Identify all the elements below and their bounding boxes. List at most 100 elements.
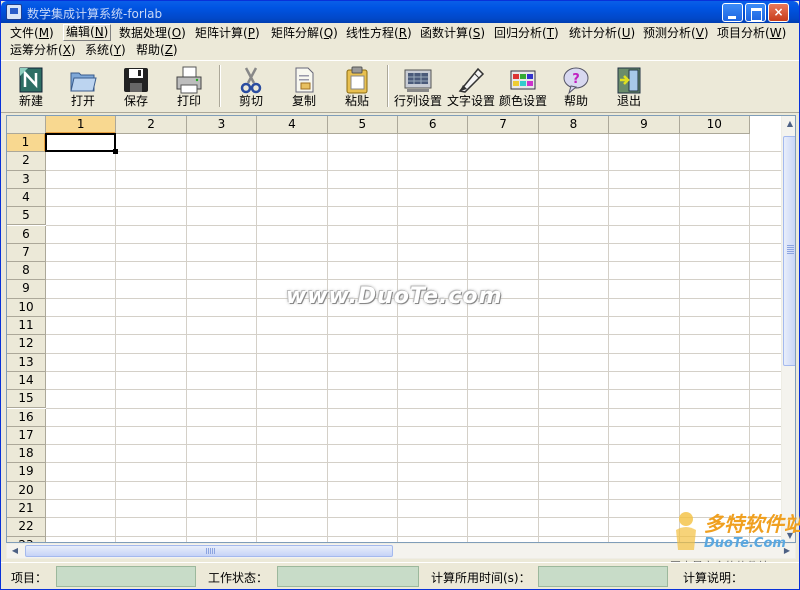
- menu-regression[interactable]: 回归分析(T): [492, 25, 561, 42]
- menu-statistics[interactable]: 统计分析(U): [567, 25, 637, 42]
- maximize-button[interactable]: [745, 3, 766, 22]
- svg-text:?: ?: [572, 72, 580, 87]
- vertical-scrollbar[interactable]: ▲ ▼: [781, 116, 795, 542]
- menu-edit[interactable]: 编辑(N): [63, 24, 112, 41]
- site-watermark: www.DuoTe.com: [286, 284, 503, 309]
- grid-row-line: [46, 499, 781, 500]
- column-header[interactable]: 10: [679, 116, 750, 134]
- column-header[interactable]: 3: [186, 116, 258, 134]
- grid-row-line: [46, 169, 781, 171]
- grid-row-line: [46, 480, 781, 482]
- row-header[interactable]: 2: [7, 152, 46, 171]
- copy-icon: [295, 67, 314, 93]
- scroll-left-icon[interactable]: ◀: [7, 544, 23, 558]
- help-label: 帮助: [563, 94, 588, 108]
- row-header[interactable]: 10: [7, 298, 46, 317]
- row-header[interactable]: 14: [7, 371, 46, 391]
- row-header[interactable]: 18: [7, 445, 46, 464]
- row-header[interactable]: 6: [7, 225, 46, 244]
- grid-settings-icon: [404, 69, 432, 92]
- grid-row-line: [46, 407, 781, 409]
- folder-open-icon: [70, 72, 97, 92]
- column-header[interactable]: 5: [327, 116, 398, 134]
- menu-operations-research[interactable]: 运筹分析(X): [8, 42, 78, 59]
- help-icon: ?: [563, 67, 589, 95]
- row-header[interactable]: 4: [7, 188, 46, 208]
- row-header[interactable]: 12: [7, 335, 46, 354]
- menu-file[interactable]: 文件(M): [8, 25, 56, 42]
- close-button[interactable]: ×: [768, 3, 789, 22]
- menu-data-processing[interactable]: 数据处理(O): [117, 25, 188, 42]
- row-header[interactable]: 16: [7, 408, 46, 427]
- menu-system[interactable]: 系统(Y): [83, 42, 128, 59]
- pen-icon: [458, 67, 485, 93]
- menu-matrix-calc[interactable]: 矩阵计算(P): [193, 25, 262, 42]
- color-settings-button[interactable]: 颜色设置: [498, 63, 548, 111]
- data-grid[interactable]: 1 2 3 4 5 6 7 8 9 10 1 2 3 4 5 6 7 8 9 10 11 12 13 14 15 16 17 18 19…: [6, 115, 796, 543]
- cut-button[interactable]: 剪切: [226, 63, 276, 111]
- row-header[interactable]: 8: [7, 262, 46, 281]
- status-bar: 项目： 工作状态： 计算所用时间(s)： 计算说明：: [1, 562, 799, 589]
- column-header[interactable]: 7: [468, 116, 539, 134]
- grid-row-line: [46, 352, 781, 354]
- menu-matrix-decomp[interactable]: 矩阵分解(Q): [269, 25, 340, 42]
- color-palette-icon: [510, 70, 536, 90]
- column-header[interactable]: 4: [257, 116, 328, 134]
- minimize-button[interactable]: [722, 3, 743, 22]
- row-header[interactable]: 17: [7, 426, 46, 446]
- selected-cell[interactable]: [45, 133, 119, 155]
- exit-button[interactable]: 退出: [604, 63, 654, 111]
- open-button[interactable]: 打开: [58, 63, 108, 111]
- grid-row-line: [46, 224, 781, 226]
- horizontal-scroll-thumb[interactable]: [25, 545, 393, 557]
- row-header[interactable]: 5: [7, 207, 46, 226]
- floppy-disk-icon: [124, 68, 148, 92]
- row-header[interactable]: 20: [7, 481, 46, 500]
- menu-function-calc[interactable]: 函数计算(S): [418, 25, 487, 42]
- window-title: 数学集成计算系统-forlab: [27, 7, 163, 21]
- row-header[interactable]: 19: [7, 463, 46, 482]
- grid-row-line: [46, 444, 781, 446]
- grid-row-line: [46, 279, 781, 281]
- row-header[interactable]: 15: [7, 390, 46, 409]
- title-bar[interactable]: 数学集成计算系统-forlab ×: [1, 1, 799, 23]
- grid-row-line: [46, 370, 781, 372]
- menu-linear-equations[interactable]: 线性方程(R): [344, 25, 414, 42]
- toolbar: 新建 打开 保存 打印 剪切 复制 粘贴 行列设置 文字设置 颜色设置 ? 帮助…: [1, 60, 799, 113]
- row-header[interactable]: 3: [7, 170, 46, 189]
- grid-row-line: [46, 242, 781, 244]
- paste-button[interactable]: 粘贴: [332, 63, 382, 111]
- row-header[interactable]: 13: [7, 353, 46, 372]
- save-button[interactable]: 保存: [111, 63, 161, 111]
- row-header[interactable]: 9: [7, 280, 46, 299]
- text-settings-label: 文字设置: [446, 94, 495, 108]
- menu-project[interactable]: 项目分析(W): [715, 25, 788, 42]
- toolbar-separator: [219, 65, 221, 107]
- row-header[interactable]: 1: [7, 134, 46, 153]
- work-status-label: 工作状态：: [208, 571, 269, 585]
- app-icon[interactable]: [6, 4, 22, 20]
- row-col-settings-button[interactable]: 行列设置: [393, 63, 443, 111]
- column-header[interactable]: 1: [46, 116, 117, 134]
- row-header[interactable]: 21: [7, 500, 46, 519]
- row-header[interactable]: 11: [7, 317, 46, 336]
- menu-help[interactable]: 帮助(Z): [134, 42, 180, 59]
- column-header[interactable]: 8: [538, 116, 610, 134]
- column-header[interactable]: 6: [398, 116, 469, 134]
- print-button[interactable]: 打印: [164, 63, 214, 111]
- row-header[interactable]: 22: [7, 518, 46, 537]
- new-button[interactable]: 新建: [6, 63, 56, 111]
- grid-corner[interactable]: [7, 116, 46, 134]
- scroll-up-icon[interactable]: ▲: [783, 116, 795, 132]
- help-button[interactable]: ? 帮助: [551, 63, 601, 111]
- column-header[interactable]: 2: [116, 116, 187, 134]
- row-header[interactable]: 7: [7, 243, 46, 263]
- copy-button[interactable]: 复制: [279, 63, 329, 111]
- vertical-scroll-thumb[interactable]: [783, 136, 795, 366]
- paste-label: 粘贴: [344, 94, 369, 108]
- save-label: 保存: [123, 94, 148, 108]
- column-header[interactable]: 9: [609, 116, 680, 134]
- menu-forecast[interactable]: 预测分析(V): [641, 25, 711, 42]
- text-settings-button[interactable]: 文字设置: [446, 63, 496, 111]
- toolbar-separator: [387, 65, 389, 107]
